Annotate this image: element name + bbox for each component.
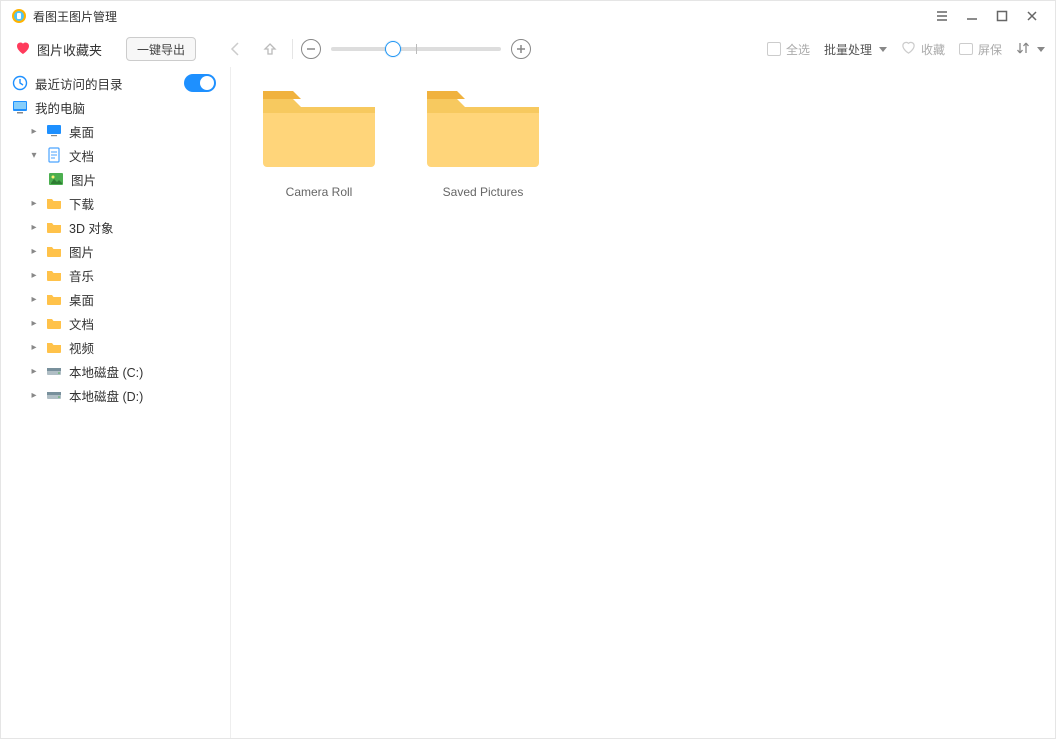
sort-icon <box>1016 41 1030 58</box>
favorites-folder[interactable]: 图片收藏夹 <box>11 40 106 59</box>
sidebar-item-pictures[interactable]: ▸ 图片 <box>1 239 230 263</box>
sidebar-item-documents[interactable]: ▾ 文档 <box>1 143 230 167</box>
select-all-label: 全选 <box>786 41 810 58</box>
picture-icon <box>47 171 65 187</box>
expand-icon[interactable]: ▸ <box>29 222 39 233</box>
folder-icon <box>45 243 63 259</box>
app-icon <box>11 8 27 24</box>
folder-label: Camera Roll <box>286 185 353 199</box>
monitor-icon <box>959 43 973 55</box>
close-button[interactable] <box>1017 2 1047 30</box>
folder-icon <box>421 81 545 169</box>
sidebar-item-label: 本地磁盘 (C:) <box>69 362 143 381</box>
sidebar-item-downloads[interactable]: ▸ 下载 <box>1 191 230 215</box>
folder-item[interactable]: Camera Roll <box>257 81 381 199</box>
zoom-slider[interactable] <box>331 47 501 51</box>
monitor-icon <box>11 99 29 115</box>
sidebar-item-desktop-2[interactable]: ▸ 桌面 <box>1 287 230 311</box>
mycomputer-label: 我的电脑 <box>35 98 85 117</box>
sidebar-item-drive-d[interactable]: ▸ 本地磁盘 (D:) <box>1 383 230 407</box>
folder-icon <box>257 81 381 169</box>
menu-button[interactable] <box>927 2 957 30</box>
sidebar-item-label: 图片 <box>71 170 96 189</box>
favorites-label: 图片收藏夹 <box>37 40 102 59</box>
recent-toggle[interactable] <box>184 74 216 92</box>
slider-thumb[interactable] <box>385 41 401 57</box>
folder-icon <box>45 339 63 355</box>
drive-icon <box>45 363 63 379</box>
folder-icon <box>45 195 63 211</box>
toggle-knob <box>200 76 214 90</box>
expand-icon[interactable]: ▸ <box>29 126 39 137</box>
up-button[interactable] <box>256 35 284 63</box>
checkbox-icon <box>767 42 781 56</box>
heart-icon <box>15 40 31 59</box>
folder-icon <box>45 219 63 235</box>
recent-label: 最近访问的目录 <box>35 74 123 93</box>
expand-icon[interactable]: ▸ <box>29 342 39 353</box>
chevron-down-icon <box>879 47 887 52</box>
favorite-button[interactable]: 收藏 <box>901 40 945 58</box>
expand-icon[interactable]: ▸ <box>29 390 39 401</box>
expand-icon[interactable]: ▾ <box>29 150 39 161</box>
expand-icon[interactable]: ▸ <box>29 318 39 329</box>
favorite-label: 收藏 <box>921 41 945 58</box>
sidebar-item-label: 文档 <box>69 146 94 165</box>
monitor-icon <box>45 123 63 139</box>
document-icon <box>45 147 63 163</box>
sidebar-item-label: 下载 <box>69 194 94 213</box>
sidebar-item-label: 本地磁盘 (D:) <box>69 386 143 405</box>
batch-process-label: 批量处理 <box>824 41 872 58</box>
screensaver-label: 屏保 <box>978 41 1002 58</box>
sort-dropdown[interactable] <box>1016 41 1045 58</box>
slider-tick <box>416 44 417 54</box>
folder-icon <box>45 291 63 307</box>
expand-icon[interactable]: ▸ <box>29 294 39 305</box>
sidebar-item-drive-c[interactable]: ▸ 本地磁盘 (C:) <box>1 359 230 383</box>
minimize-button[interactable] <box>957 2 987 30</box>
sidebar-recent[interactable]: 最近访问的目录 <box>1 71 230 95</box>
expand-icon[interactable]: ▸ <box>29 270 39 281</box>
folder-icon <box>45 267 63 283</box>
folder-label: Saved Pictures <box>443 185 524 199</box>
sidebar-item-documents-2[interactable]: ▸ 文档 <box>1 311 230 335</box>
sidebar-item-pictures-child[interactable]: 图片 <box>1 167 230 191</box>
sidebar-item-label: 文档 <box>69 314 94 333</box>
sidebar-item-label: 音乐 <box>69 266 94 285</box>
sidebar-item-label: 视频 <box>69 338 94 357</box>
expand-icon[interactable]: ▸ <box>29 366 39 377</box>
expand-icon[interactable]: ▸ <box>29 246 39 257</box>
chevron-down-icon <box>1037 47 1045 52</box>
sidebar-mycomputer[interactable]: 我的电脑 <box>1 95 230 119</box>
back-button[interactable] <box>222 35 250 63</box>
sidebar-item-label: 3D 对象 <box>69 218 113 237</box>
clock-icon <box>11 75 29 91</box>
sidebar: 最近访问的目录 我的电脑 ▸ 桌面 ▾ 文档 图片 ▸ 下载 <box>1 67 231 738</box>
drive-icon <box>45 387 63 403</box>
sidebar-item-label: 图片 <box>69 242 94 261</box>
separator <box>292 39 293 59</box>
sidebar-item-desktop[interactable]: ▸ 桌面 <box>1 119 230 143</box>
sidebar-item-videos[interactable]: ▸ 视频 <box>1 335 230 359</box>
maximize-button[interactable] <box>987 2 1017 30</box>
batch-process-dropdown[interactable]: 批量处理 <box>824 41 887 58</box>
expand-icon[interactable]: ▸ <box>29 198 39 209</box>
folder-item[interactable]: Saved Pictures <box>421 81 545 199</box>
zoom-out-button[interactable] <box>301 39 321 59</box>
window-title: 看图王图片管理 <box>33 8 117 25</box>
screensaver-button[interactable]: 屏保 <box>959 41 1002 58</box>
zoom-in-button[interactable] <box>511 39 531 59</box>
heart-outline-icon <box>901 40 916 58</box>
sidebar-item-label: 桌面 <box>69 122 94 141</box>
select-all-checkbox[interactable]: 全选 <box>767 41 810 58</box>
sidebar-item-music[interactable]: ▸ 音乐 <box>1 263 230 287</box>
sidebar-item-label: 桌面 <box>69 290 94 309</box>
content-area: Camera Roll Saved Pictures <box>231 67 1055 738</box>
sidebar-item-3dobjects[interactable]: ▸ 3D 对象 <box>1 215 230 239</box>
folder-icon <box>45 315 63 331</box>
export-button[interactable]: 一键导出 <box>126 37 196 61</box>
